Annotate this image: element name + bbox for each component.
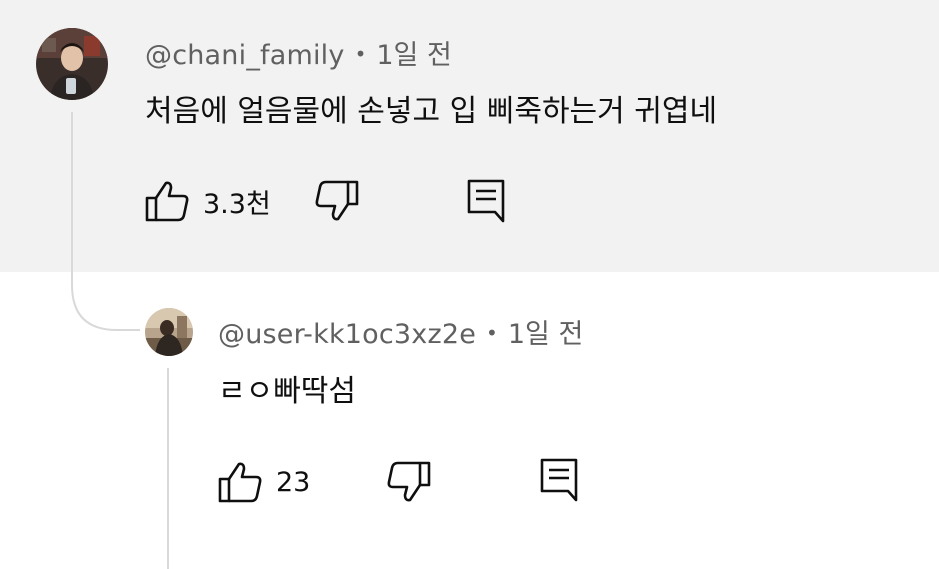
dislike-button[interactable] [315,180,359,222]
avatar[interactable] [145,308,193,356]
reply-text: ㄹㅇ빠딱섬 [218,374,356,409]
comment-timestamp[interactable]: 1일 전 [376,40,451,71]
reply-button[interactable] [540,458,578,502]
thumb-up-icon [218,461,262,503]
reply-button[interactable] [467,179,505,223]
meta-separator: • [354,42,367,66]
meta-separator: • [486,321,498,345]
comment-author-handle[interactable]: @chani_family [145,40,345,71]
comment-meta: @chani_family • 1일 전 [145,33,452,72]
reply-icon [540,458,578,502]
like-button[interactable]: 3.3천 [145,180,271,222]
like-count: 23 [276,466,311,498]
thumb-down-icon [387,461,431,503]
reply-author-handle[interactable]: @user-kk1oc3xz2e [218,319,476,350]
like-count: 3.3천 [203,188,271,220]
avatar[interactable] [36,28,108,100]
thumb-down-icon [315,180,359,222]
thumb-up-icon [145,180,189,222]
dislike-button[interactable] [387,461,431,503]
reply-meta: @user-kk1oc3xz2e • 1일 전 [218,312,583,351]
comment-text: 처음에 얼음물에 손넣고 입 삐죽하는거 귀엽네 [145,94,718,129]
reply-icon [467,179,505,223]
reply-timestamp[interactable]: 1일 전 [508,319,583,350]
like-button[interactable]: 23 [218,461,310,503]
